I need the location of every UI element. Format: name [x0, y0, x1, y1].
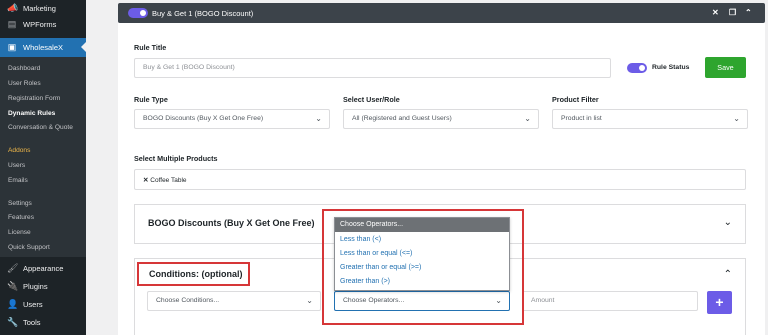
sidebar-item-label: WPForms: [23, 19, 57, 29]
brush-icon: 🖌: [7, 263, 19, 273]
megaphone-icon: 📣: [7, 3, 19, 13]
multiple-products-input[interactable]: [134, 169, 746, 190]
sidebar-item-label: Tools: [23, 317, 41, 327]
copy-icon[interactable]: ❐: [729, 8, 736, 17]
chevron-down-icon: ⌄: [306, 296, 313, 305]
add-condition-button[interactable]: +: [707, 291, 732, 314]
submenu-registration-form[interactable]: Registration Form: [8, 95, 60, 102]
sidebar-item-plugins[interactable]: 🔌 Plugins: [0, 280, 86, 292]
sidebar-item-appearance[interactable]: 🖌 Appearance: [0, 262, 86, 274]
sidebar-item-label: Marketing: [23, 3, 56, 13]
close-icon[interactable]: ✕: [712, 8, 719, 17]
sidebar-item-tools[interactable]: 🔧 Tools: [0, 316, 86, 328]
rule-header-title: Buy & Get 1 (BOGO Discount): [152, 9, 254, 18]
user-role-select[interactable]: All (Registered and Guest Users) ⌄: [343, 109, 539, 129]
sidebar-item-users[interactable]: 👤 Users: [0, 298, 86, 310]
amount-input[interactable]: Amount: [522, 291, 698, 311]
rule-title-label: Rule Title: [134, 43, 167, 52]
submenu-conversation-quote[interactable]: Conversation & Quote: [8, 124, 73, 131]
chevron-down-icon: ⌄: [315, 114, 322, 123]
selected-product-label: Coffee Table: [150, 177, 187, 184]
conditions-placeholder: Choose Conditions...: [156, 297, 220, 304]
chevron-up-icon[interactable]: ⌃: [745, 8, 752, 17]
choose-conditions-select[interactable]: Choose Conditions... ⌄: [147, 291, 321, 311]
submenu-emails[interactable]: Emails: [8, 177, 28, 184]
sidebar-item-wpforms[interactable]: ▤ WPForms: [0, 18, 86, 30]
conditions-title: Conditions: (optional): [149, 269, 243, 279]
rule-type-value: BOGO Discounts (Buy X Get One Free): [143, 115, 264, 122]
submenu-quick-support[interactable]: Quick Support: [8, 244, 50, 251]
submenu-settings[interactable]: Settings: [8, 200, 32, 207]
product-filter-label: Product Filter: [552, 95, 599, 104]
rule-enable-toggle[interactable]: [128, 8, 148, 18]
product-filter-value: Product in list: [561, 115, 602, 122]
operators-highlight-box: [322, 209, 524, 325]
chevron-down-icon: ⌄: [524, 114, 531, 123]
conditions-title-highlight: Conditions: (optional): [137, 262, 250, 286]
wrench-icon: 🔧: [7, 317, 19, 327]
rule-title-input[interactable]: Buy & Get 1 (BOGO Discount): [134, 58, 611, 78]
user-role-label: Select User/Role: [343, 95, 400, 104]
user-icon: 👤: [7, 299, 19, 309]
rule-header-bar[interactable]: Buy & Get 1 (BOGO Discount) ✕ ❐ ⌃: [118, 3, 765, 23]
submenu-background: [0, 57, 86, 257]
sidebar-item-label: Users: [23, 299, 43, 309]
sidebar-item-label: Appearance: [23, 263, 64, 273]
submenu-dynamic-rules[interactable]: Dynamic Rules: [8, 110, 55, 117]
rule-type-label: Rule Type: [134, 95, 168, 104]
chevron-up-icon[interactable]: ⌃: [724, 269, 732, 280]
save-button[interactable]: Save: [705, 57, 746, 78]
product-filter-select[interactable]: Product in list ⌄: [552, 109, 748, 129]
chevron-down-icon[interactable]: ⌄: [724, 217, 732, 228]
multiple-products-label: Select Multiple Products: [134, 154, 218, 163]
rule-status-label: Rule Status: [652, 64, 690, 71]
rule-type-select[interactable]: BOGO Discounts (Buy X Get One Free) ⌄: [134, 109, 330, 129]
plug-icon: 🔌: [7, 281, 19, 291]
form-icon: ▤: [7, 19, 17, 29]
wholesalex-icon: ▣: [7, 42, 17, 52]
submenu-users[interactable]: Users: [8, 162, 25, 169]
admin-sidebar: 📣 Marketing ▤ WPForms ▣ WholesaleX Dashb…: [0, 0, 86, 335]
submenu-license[interactable]: License: [8, 229, 31, 236]
user-role-value: All (Registered and Guest Users): [352, 115, 452, 122]
sidebar-item-marketing[interactable]: 📣 Marketing: [0, 2, 86, 14]
remove-tag-icon[interactable]: ✕: [143, 177, 148, 184]
submenu-features[interactable]: Features: [8, 214, 34, 221]
sidebar-item-wholesalex[interactable]: ▣ WholesaleX: [0, 41, 86, 53]
chevron-down-icon: ⌄: [733, 114, 740, 123]
sidebar-item-label: Plugins: [23, 281, 48, 291]
submenu-addons[interactable]: Addons: [8, 147, 30, 154]
submenu-user-roles[interactable]: User Roles: [8, 80, 41, 87]
bogo-section-title: BOGO Discounts (Buy X Get One Free): [148, 218, 315, 228]
rule-status-toggle[interactable]: [627, 63, 647, 73]
sidebar-item-label: WholesaleX: [23, 42, 64, 52]
submenu-dashboard[interactable]: Dashboard: [8, 65, 40, 72]
selected-product-tag[interactable]: ✕ Coffee Table: [143, 176, 187, 184]
